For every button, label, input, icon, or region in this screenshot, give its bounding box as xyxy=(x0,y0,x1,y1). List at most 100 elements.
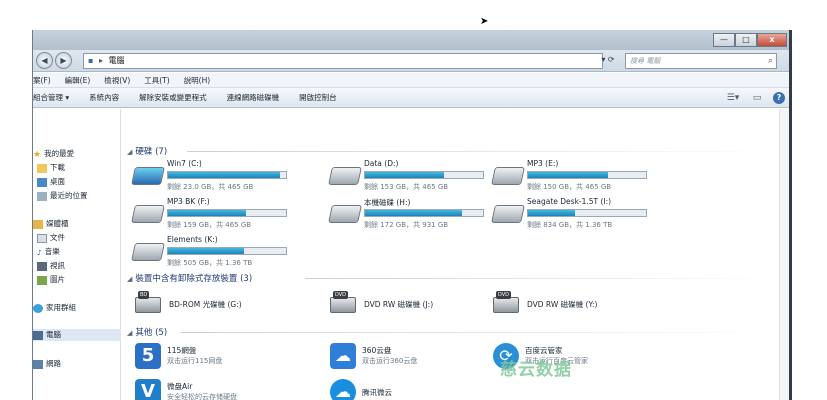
drive-free-space: 剩餘 153 GB，共 465 GB xyxy=(364,183,449,191)
drive-name: Win7 (C:) xyxy=(167,159,202,168)
drive-item[interactable]: Win7 (C:) 剩餘 23.0 GB，共 465 GB xyxy=(131,159,293,199)
optical-drive-item[interactable]: DVD DVD RW 磁碟機 (Y:) xyxy=(493,291,653,319)
sidebar-item-downloads[interactable]: 下載 xyxy=(37,162,65,173)
uninstall-program-button[interactable]: 解除安裝或變更程式 xyxy=(139,92,207,103)
group-header-other[interactable]: ◢ 其他 (5) xyxy=(127,326,167,338)
sidebar-item-libraries[interactable]: 媒體櫃 xyxy=(33,218,69,229)
navigation-bar: ◀ ▶ ▪ ▸ 電腦 ▾ ⟳ 搜尋 電腦 ⌕ xyxy=(33,50,789,72)
preview-pane-icon[interactable]: ▭ xyxy=(749,91,765,105)
other-item[interactable]: 5 115網盤 双击运行115网盘 xyxy=(135,343,285,371)
item-name: 115網盤 xyxy=(167,346,197,355)
115-drive-icon: 5 xyxy=(135,343,161,369)
sidebar-item-favorites[interactable]: ★ 我的最愛 xyxy=(33,148,74,160)
drive-item[interactable]: Data (D:) 剩餘 153 GB，共 465 GB xyxy=(328,159,490,199)
screen: { "window": { "minimize": "—", "maximize… xyxy=(0,0,827,400)
close-button[interactable]: x xyxy=(757,33,787,47)
maximize-button[interactable]: □ xyxy=(735,33,757,47)
explorer-window: — □ x ◀ ▶ ▪ ▸ 電腦 ▾ ⟳ 搜尋 電腦 ⌕ 案(F) 編輯(E) … xyxy=(32,30,792,400)
search-placeholder: 搜尋 電腦 xyxy=(630,57,661,65)
drive-free-space: 剩餘 834 GB，共 1.36 TB xyxy=(527,221,613,229)
downloads-folder-icon xyxy=(37,163,47,173)
other-item[interactable]: V 微盘Air 安全轻松的云存储硬盘 xyxy=(135,379,285,400)
drive-usage-bar xyxy=(167,247,287,255)
sidebar-label: 網路 xyxy=(46,359,61,368)
group-title: 裝置中含有卸除式存放裝置 (3) xyxy=(135,274,253,284)
vertical-scrollbar[interactable] xyxy=(779,109,789,400)
group-header-hard-drives[interactable]: ◢ 硬碟 (7) xyxy=(127,145,167,157)
collapse-icon[interactable]: ◢ xyxy=(127,148,132,156)
sidebar-item-computer[interactable]: 電腦 xyxy=(33,329,121,341)
sidebar-item-documents[interactable]: 文件 xyxy=(37,232,65,243)
drive-name: DVD RW 磁碟機 (J:) xyxy=(364,300,434,309)
optical-drive-item[interactable]: BD BD-ROM 光碟機 (G:) xyxy=(135,291,295,319)
drive-name: Elements (K:) xyxy=(167,235,218,244)
search-icon[interactable]: ⌕ xyxy=(768,54,773,68)
videos-icon xyxy=(37,261,47,271)
open-control-panel-button[interactable]: 開啟控制台 xyxy=(299,92,337,103)
sidebar-item-network[interactable]: 網路 xyxy=(33,358,61,369)
sidebar-item-desktop[interactable]: 桌面 xyxy=(37,176,65,187)
menu-bar: 案(F) 編輯(E) 檢視(V) 工具(T) 說明(H) xyxy=(33,73,789,88)
search-input[interactable]: 搜尋 電腦 ⌕ xyxy=(625,53,777,69)
group-header-removable[interactable]: ◢ 裝置中含有卸除式存放裝置 (3) xyxy=(127,272,252,284)
desktop-icon xyxy=(37,177,47,187)
drive-item[interactable]: 本機磁碟 (H:) 剩餘 172 GB，共 931 GB xyxy=(328,197,490,237)
breadcrumb-separator[interactable]: ▸ xyxy=(99,56,103,65)
organize-button[interactable]: 組合管理 ▾ xyxy=(33,92,69,103)
system-properties-button[interactable]: 系統內容 xyxy=(89,92,119,103)
optical-drive-item[interactable]: DVD DVD RW 磁碟機 (J:) xyxy=(330,291,490,319)
group-divider xyxy=(187,151,777,152)
back-button[interactable]: ◀ xyxy=(36,52,53,69)
tencent-weiyun-icon: ☁ xyxy=(330,379,356,400)
drive-item[interactable]: Seagate Desk-1.5T (I:) 剩餘 834 GB，共 1.36 … xyxy=(491,197,653,237)
recent-places-icon xyxy=(37,191,47,201)
other-item[interactable]: ☁ 360云盘 双击运行360云盘 xyxy=(330,343,480,371)
address-bar[interactable]: ▪ ▸ 電腦 xyxy=(83,53,603,69)
item-description: 双击运行115网盘 xyxy=(167,357,223,365)
sidebar-item-videos[interactable]: 視訊 xyxy=(37,260,65,271)
watermark: 慈云数据 xyxy=(500,360,572,380)
forward-button[interactable]: ▶ xyxy=(55,52,72,69)
breadcrumb-computer[interactable]: 電腦 xyxy=(109,56,125,65)
map-network-drive-button[interactable]: 連線網路磁碟機 xyxy=(227,92,280,103)
collapse-icon[interactable]: ◢ xyxy=(127,275,132,283)
drive-usage-bar xyxy=(527,171,647,179)
drive-free-space: 剩餘 23.0 GB，共 465 GB xyxy=(167,183,254,191)
sidebar-item-pictures[interactable]: 圖片 xyxy=(37,274,65,285)
window-controls: — □ x xyxy=(713,33,787,47)
sidebar-label: 電腦 xyxy=(46,330,61,339)
windows-drive-icon xyxy=(131,167,165,189)
change-view-icon[interactable]: ☰▾ xyxy=(725,91,741,105)
drive-item[interactable]: MP3 (E:) 剩餘 150 GB，共 465 GB xyxy=(491,159,653,199)
menu-file[interactable]: 案(F) xyxy=(33,75,51,86)
drive-name: MP3 BK (F:) xyxy=(167,197,210,206)
minimize-button[interactable]: — xyxy=(713,33,735,47)
menu-edit[interactable]: 編輯(E) xyxy=(65,75,91,86)
drive-item[interactable]: Elements (K:) 剩餘 505 GB，共 1.36 TB xyxy=(131,235,293,275)
drive-free-space: 剩餘 150 GB，共 465 GB xyxy=(527,183,612,191)
content-pane: ◢ 硬碟 (7) Win7 (C:) 剩餘 23.0 GB，共 465 GB Da… xyxy=(123,109,783,400)
other-item[interactable]: ☁ 腾讯微云 xyxy=(330,379,480,400)
refresh-button[interactable]: ▾ ⟳ xyxy=(593,53,623,69)
view-controls: ☰▾ ▭ ? xyxy=(717,91,785,105)
sidebar-item-music[interactable]: ♪ 音樂 xyxy=(37,246,60,257)
sidebar-label: 視訊 xyxy=(50,261,65,270)
drive-free-space: 剩餘 159 GB，共 465 GB xyxy=(167,221,252,229)
drive-usage-bar xyxy=(167,171,287,179)
menu-help[interactable]: 說明(H) xyxy=(184,75,211,86)
menu-tools[interactable]: 工具(T) xyxy=(144,75,169,86)
drive-item[interactable]: MP3 BK (F:) 剩餘 159 GB，共 465 GB xyxy=(131,197,293,237)
menu-view[interactable]: 檢視(V) xyxy=(104,75,130,86)
drive-name: Seagate Desk-1.5T (I:) xyxy=(527,197,612,206)
documents-icon xyxy=(37,233,47,243)
sidebar-label: 最近的位置 xyxy=(50,191,88,200)
drive-usage-bar xyxy=(167,209,287,217)
hard-drive-icon xyxy=(328,205,362,227)
collapse-icon[interactable]: ◢ xyxy=(127,329,132,337)
sidebar-item-homegroup[interactable]: 家用群組 xyxy=(33,302,76,313)
sidebar-item-recent[interactable]: 最近的位置 xyxy=(37,190,88,201)
sidebar-label: 文件 xyxy=(50,233,65,242)
sidebar-label: 音樂 xyxy=(44,247,60,256)
title-bar[interactable]: — □ x xyxy=(33,30,789,50)
help-icon[interactable]: ? xyxy=(773,92,785,104)
